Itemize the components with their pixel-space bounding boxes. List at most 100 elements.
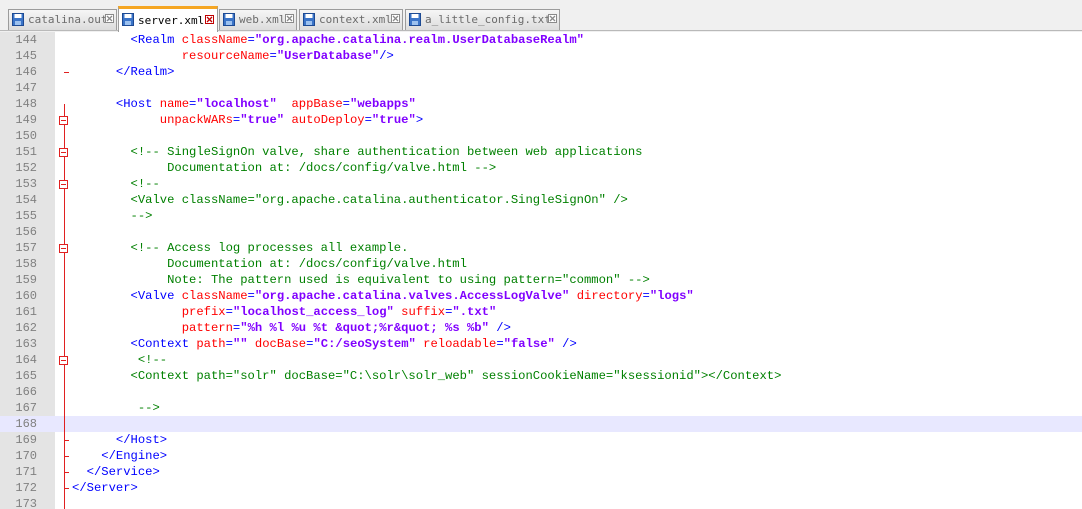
code-text: <Context path="" docBase="C:/seoSystem" … xyxy=(130,337,577,351)
tab-label: a_little_config.txt xyxy=(425,13,551,26)
code-line[interactable]: 169 </Host> xyxy=(0,432,1082,448)
code-text: <!-- xyxy=(130,177,160,191)
code-editor[interactable]: 144 <Realm className="org.apache.catalin… xyxy=(0,32,1082,509)
code-text: <Valve className="org.apache.catalina.au… xyxy=(130,193,628,207)
fold-collapse-icon[interactable] xyxy=(59,116,68,125)
code-text: prefix="localhost_access_log" suffix=".t… xyxy=(181,305,497,319)
fold-end-mark xyxy=(64,488,69,489)
line-number: 147 xyxy=(15,81,37,95)
line-number: 145 xyxy=(15,49,37,63)
code-line[interactable]: 147 xyxy=(0,80,1082,96)
code-line[interactable]: 159 Note: The pattern used is equivalent… xyxy=(0,272,1082,288)
code-text: --> xyxy=(130,209,153,223)
code-line[interactable]: 162 pattern="%h %l %u %t &quot;%r&quot; … xyxy=(0,320,1082,336)
line-number: 168 xyxy=(15,417,37,431)
code-line[interactable]: 145 resourceName="UserDatabase"/> xyxy=(0,48,1082,64)
code-text: <Realm className="org.apache.catalina.re… xyxy=(130,33,584,47)
code-line[interactable]: 168 xyxy=(0,416,1082,432)
code-line[interactable]: 165 <Context path="solr" docBase="C:\sol… xyxy=(0,368,1082,384)
code-text: <Context path="solr" docBase="C:\solr\so… xyxy=(130,369,782,383)
tab-label: context.xml xyxy=(319,13,392,26)
line-number: 172 xyxy=(15,481,37,495)
code-line[interactable]: 166 xyxy=(0,384,1082,400)
tab-label: web.xml xyxy=(239,13,286,26)
code-line[interactable]: 144 <Realm className="org.apache.catalin… xyxy=(0,32,1082,48)
close-tab-icon[interactable] xyxy=(205,15,214,24)
code-text: --> xyxy=(137,401,160,415)
line-number: 170 xyxy=(15,449,37,463)
line-number: 169 xyxy=(15,433,37,447)
code-text: <!-- xyxy=(137,353,168,367)
line-number: 164 xyxy=(15,353,37,367)
fold-collapse-icon[interactable] xyxy=(59,180,68,189)
code-line[interactable]: 157 <!-- Access log processes all exampl… xyxy=(0,240,1082,256)
line-number: 163 xyxy=(15,337,37,351)
code-text: resourceName="UserDatabase"/> xyxy=(181,49,394,63)
line-number: 154 xyxy=(15,193,37,207)
code-text: <!-- Access log processes all example. xyxy=(130,241,409,255)
tab-server-xml[interactable]: server.xml xyxy=(118,6,218,32)
close-tab-icon[interactable] xyxy=(105,14,114,23)
code-line[interactable]: 167 --> xyxy=(0,400,1082,416)
fold-end-mark xyxy=(64,440,69,441)
code-text: </Host> xyxy=(115,433,168,447)
code-text: <!-- SingleSignOn valve, share authentic… xyxy=(130,145,643,159)
code-line[interactable]: 170 </Engine> xyxy=(0,448,1082,464)
fold-collapse-icon[interactable] xyxy=(59,148,68,157)
close-tab-icon[interactable] xyxy=(548,14,557,23)
code-text: unpackWARs="true" autoDeploy="true"> xyxy=(159,113,424,127)
line-number: 146 xyxy=(15,65,37,79)
code-text: </Realm> xyxy=(115,65,175,79)
code-text: </Engine> xyxy=(101,449,168,463)
line-number: 165 xyxy=(15,369,37,383)
fold-guide-line xyxy=(64,104,65,509)
line-number: 160 xyxy=(15,289,37,303)
code-line[interactable]: 156 xyxy=(0,224,1082,240)
line-number: 144 xyxy=(15,33,37,47)
save-disk-icon xyxy=(303,13,315,26)
code-line[interactable]: 171 </Service> xyxy=(0,464,1082,480)
code-line[interactable]: 151 <!-- SingleSignOn valve, share authe… xyxy=(0,144,1082,160)
tab-web-xml[interactable]: web.xml xyxy=(219,9,297,30)
code-line[interactable]: 154 <Valve className="org.apache.catalin… xyxy=(0,192,1082,208)
tab-a-little-config-txt[interactable]: a_little_config.txt xyxy=(405,9,560,30)
line-number: 149 xyxy=(15,113,37,127)
code-line[interactable]: 173 xyxy=(0,496,1082,509)
fold-collapse-icon[interactable] xyxy=(59,356,68,365)
code-line[interactable]: 164 <!-- xyxy=(0,352,1082,368)
line-number: 155 xyxy=(15,209,37,223)
code-text: Documentation at: /docs/config/valve.htm… xyxy=(167,161,497,175)
code-text: </Service> xyxy=(86,465,160,479)
line-number: 158 xyxy=(15,257,37,271)
tab-catalina-out[interactable]: catalina.out xyxy=(8,9,117,30)
fold-end-mark xyxy=(64,456,69,457)
line-number: 152 xyxy=(15,161,37,175)
code-line[interactable]: 148 <Host name="localhost" appBase="weba… xyxy=(0,96,1082,112)
code-line[interactable]: 146 </Realm> xyxy=(0,64,1082,80)
tab-context-xml[interactable]: context.xml xyxy=(299,9,403,30)
code-line[interactable]: 153 <!-- xyxy=(0,176,1082,192)
code-line[interactable]: 172 </Server> xyxy=(0,480,1082,496)
save-disk-icon xyxy=(409,13,421,26)
code-line[interactable]: 155 --> xyxy=(0,208,1082,224)
code-line[interactable]: 149 unpackWARs="true" autoDeploy="true"> xyxy=(0,112,1082,128)
tab-label: server.xml xyxy=(138,14,205,27)
code-text: Documentation at: /docs/config/valve.htm… xyxy=(167,257,467,271)
line-number: 161 xyxy=(15,305,37,319)
line-number: 157 xyxy=(15,241,37,255)
line-number: 153 xyxy=(15,177,37,191)
code-line[interactable]: 161 prefix="localhost_access_log" suffix… xyxy=(0,304,1082,320)
line-number: 159 xyxy=(15,273,37,287)
code-line[interactable]: 163 <Context path="" docBase="C:/seoSyst… xyxy=(0,336,1082,352)
fold-end-mark xyxy=(64,472,69,473)
save-disk-icon xyxy=(122,13,134,26)
code-line[interactable]: 158 Documentation at: /docs/config/valve… xyxy=(0,256,1082,272)
close-tab-icon[interactable] xyxy=(391,14,400,23)
code-line[interactable]: 152 Documentation at: /docs/config/valve… xyxy=(0,160,1082,176)
code-line[interactable]: 160 <Valve className="org.apache.catalin… xyxy=(0,288,1082,304)
fold-collapse-icon[interactable] xyxy=(59,244,68,253)
tab-label: catalina.out xyxy=(28,13,108,26)
code-line[interactable]: 150 xyxy=(0,128,1082,144)
line-number: 151 xyxy=(15,145,37,159)
close-tab-icon[interactable] xyxy=(285,14,294,23)
